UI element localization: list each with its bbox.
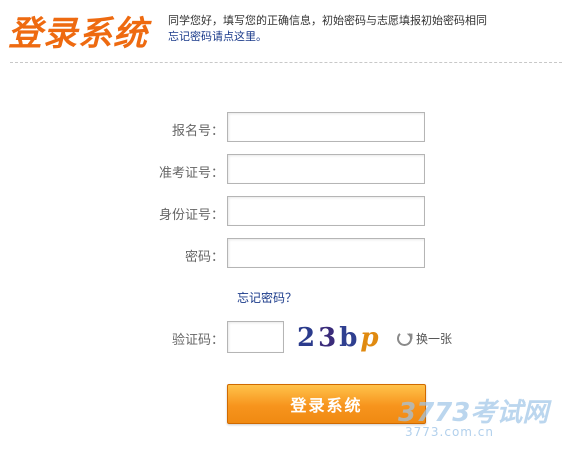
refresh-icon [397,331,412,346]
id-number-input[interactable] [227,196,425,226]
refresh-captcha-button[interactable]: 换一张 [397,330,452,347]
form-row-admission-ticket: 准考证号： [0,154,566,186]
captcha-char: 2 [297,323,319,353]
form-row-password: 密码： [0,238,566,270]
registration-number-input[interactable] [227,112,425,142]
forgot-password-notice-link[interactable]: 忘记密码请点这里。 [168,30,267,43]
captcha-char: b [339,323,361,353]
password-label: 密码： [184,250,224,265]
forgot-password-link[interactable]: 忘记密码？ [237,289,297,306]
admission-ticket-label: 准考证号： [158,166,224,181]
captcha-char: 3 [318,323,340,353]
admission-ticket-input[interactable] [227,154,425,184]
form-row-id-number: 身份证号： [0,196,566,228]
login-notice: 同学您好，填写您的正确信息，初始密码与志愿填报初始密码相同 忘记密码请点这里。 [168,13,558,45]
refresh-captcha-label: 换一张 [416,332,453,346]
login-button[interactable]: 登录系统 [227,384,426,424]
id-number-label: 身份证号： [158,208,224,223]
watermark-url: 3773.com.cn [405,425,494,439]
captcha-input[interactable] [227,321,284,353]
logo: 登录系统 [8,14,148,54]
divider [10,62,562,63]
captcha-image[interactable]: 23bp [297,323,385,353]
form-row-registration-number: 报名号： [0,112,566,144]
form-row-captcha: 验证码： 23bp 换一张 [0,321,566,355]
watermark-logo: 3773考试网 [398,398,549,428]
notice-text: 同学您好，填写您的正确信息，初始密码与志愿填报初始密码相同 [168,14,487,27]
captcha-char: p [360,323,382,353]
password-input[interactable] [227,238,425,268]
registration-number-label: 报名号： [171,124,224,139]
captcha-label: 验证码： [171,333,224,348]
